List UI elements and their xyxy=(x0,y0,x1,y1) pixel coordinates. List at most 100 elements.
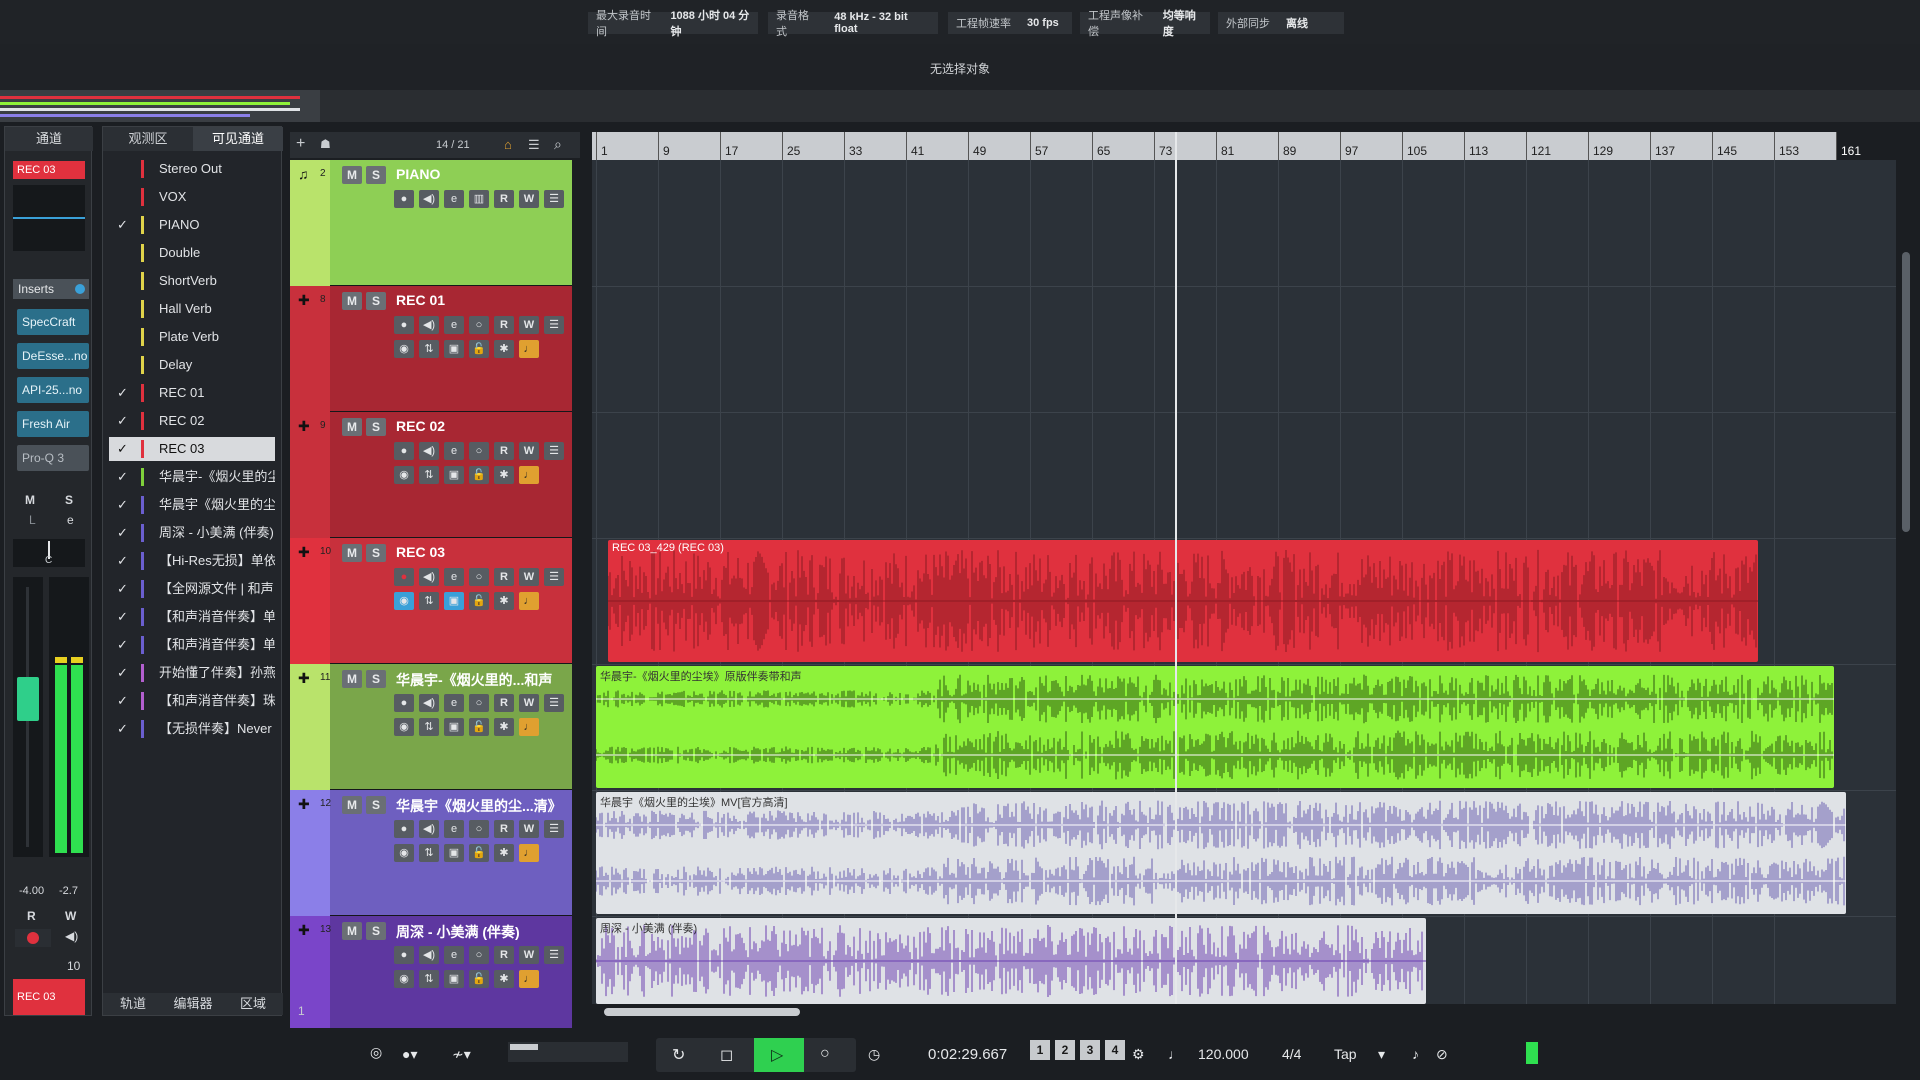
channel-icon[interactable]: ▣ xyxy=(444,970,464,988)
track-read-button[interactable]: R xyxy=(494,316,514,334)
lock-icon[interactable]: 🔓 xyxy=(469,970,489,988)
ruler-bar-label[interactable]: 41 xyxy=(906,132,924,160)
lock-icon[interactable]: 🔓 xyxy=(469,718,489,736)
marker-settings-icon[interactable]: ⚙ xyxy=(1132,1046,1145,1063)
punch-icon[interactable]: ≁▾ xyxy=(452,1046,471,1063)
edit-button[interactable]: e xyxy=(67,513,74,527)
track-name[interactable]: 华晨宇《烟火里的尘...清》 xyxy=(396,796,566,816)
precount-icon[interactable]: ◎ xyxy=(370,1044,382,1061)
record-button[interactable]: ○ xyxy=(820,1045,830,1063)
track-solo-button[interactable]: S xyxy=(366,166,386,184)
track-write-button[interactable]: W xyxy=(519,190,539,208)
fader-handle[interactable] xyxy=(17,677,39,721)
transpose-icon[interactable]: ✱ xyxy=(494,466,514,484)
track-read-button[interactable]: R xyxy=(494,694,514,712)
visibility-check-icon[interactable]: ✓ xyxy=(117,409,131,433)
ruler-bar-label[interactable]: 1 xyxy=(596,132,608,160)
tab-editor[interactable]: 编辑器 xyxy=(163,993,223,1015)
read-button[interactable]: R xyxy=(27,909,36,923)
listen-button[interactable]: L xyxy=(29,513,36,527)
visibility-item[interactable]: ✓ 【Hi-Res无损】单依纯 xyxy=(109,549,275,573)
ruler-bar-label[interactable]: 137 xyxy=(1650,132,1675,160)
stop-button[interactable]: ◻ xyxy=(720,1045,733,1065)
track-menu-icon[interactable]: ☰ xyxy=(544,694,564,712)
lane-icon[interactable]: ○ xyxy=(469,694,489,712)
timebase-icon[interactable]: ♩ xyxy=(519,340,539,358)
visibility-item[interactable]: ✓ 【和声消音伴奏】单依 xyxy=(109,605,275,629)
vertical-scrollbar[interactable] xyxy=(1896,132,1920,1004)
track-read-button[interactable]: R xyxy=(494,442,514,460)
record-arm-icon[interactable]: ● xyxy=(394,442,414,460)
write-button[interactable]: W xyxy=(65,909,76,923)
channel-icon[interactable]: ▣ xyxy=(444,340,464,358)
lock-icon[interactable]: 🔓 xyxy=(469,592,489,610)
track-mute-button[interactable]: M xyxy=(342,670,362,688)
track-header[interactable]: ✚ 8 M S REC 01 ● ◀) e ○ R W ☰ ◉ ⇅ ▣ 🔓 ✱ ♩ xyxy=(290,286,572,412)
track-write-button[interactable]: W xyxy=(519,316,539,334)
track-read-button[interactable]: R xyxy=(494,946,514,964)
timebase-icon[interactable]: ♩ xyxy=(519,592,539,610)
track-menu-icon[interactable]: ☰ xyxy=(544,820,564,838)
edit-icon[interactable]: e xyxy=(444,946,464,964)
transpose-icon[interactable]: ✱ xyxy=(494,718,514,736)
tab-observe[interactable]: 观测区 xyxy=(103,127,193,151)
ruler-bar-label[interactable]: 129 xyxy=(1588,132,1613,160)
insert-slot-2[interactable]: DeEsse...no xyxy=(17,343,89,369)
ruler-bar-label[interactable]: 81 xyxy=(1216,132,1234,160)
track-name[interactable]: REC 01 xyxy=(396,292,566,308)
pan-control[interactable]: C xyxy=(13,539,85,567)
transpose-icon[interactable]: ✱ xyxy=(494,844,514,862)
track-solo-button[interactable]: S xyxy=(366,418,386,436)
horizontal-scrollbar[interactable] xyxy=(590,1004,1900,1020)
timeline-ruler[interactable]: 1 9 17 25 33 41 49 57 65 73 81 89 97 105 113 121 129 137 1… xyxy=(592,132,1902,160)
visibility-check-icon[interactable]: ✓ xyxy=(117,493,131,517)
inserts-power-icon[interactable] xyxy=(75,284,85,294)
channel-icon[interactable]: ▣ xyxy=(444,466,464,484)
monitor-icon[interactable]: ◀) xyxy=(419,820,439,838)
monitor-icon[interactable]: ◀) xyxy=(419,316,439,334)
track-name[interactable]: 华晨宇-《烟火里的...和声 xyxy=(396,670,566,690)
insert-slot-1[interactable]: SpecCraft xyxy=(17,309,89,335)
track-header[interactable]: ✚ 9 M S REC 02 ● ◀) e ○ R W ☰ ◉ ⇅ ▣ 🔓 ✱ ♩ xyxy=(290,412,572,538)
track-write-button[interactable]: W xyxy=(519,694,539,712)
edit-icon[interactable]: e xyxy=(444,190,464,208)
edit-icon[interactable]: e xyxy=(444,694,464,712)
ruler-bar-label[interactable]: 113 xyxy=(1464,132,1488,160)
send-value[interactable]: 10 xyxy=(67,959,80,973)
fx-icon[interactable]: ⇅ xyxy=(419,718,439,736)
visibility-item[interactable]: ✓ REC 03 xyxy=(109,437,275,461)
frame-rate[interactable]: 工程帧速率 30 fps xyxy=(948,12,1072,34)
lane-icon[interactable]: ○ xyxy=(469,568,489,586)
search-icon[interactable]: ⌕ xyxy=(554,136,562,153)
timebase-icon[interactable]: ♩ xyxy=(519,718,539,736)
edit-icon[interactable]: e xyxy=(444,820,464,838)
mute-button[interactable]: M xyxy=(25,493,35,507)
freeze-icon[interactable]: ◉ xyxy=(394,466,414,484)
monitor-icon[interactable]: ◀) xyxy=(419,442,439,460)
marker-4[interactable]: 4 xyxy=(1105,1040,1125,1060)
ruler-bar-label[interactable]: 89 xyxy=(1278,132,1296,160)
visibility-item[interactable]: ✓ 【和声消音伴奏】珠玉 xyxy=(109,689,275,713)
track-mute-button[interactable]: M xyxy=(342,544,362,562)
freeze-icon[interactable]: ◉ xyxy=(394,970,414,988)
lane-icon[interactable]: ○ xyxy=(469,316,489,334)
horizontal-scroll-thumb[interactable] xyxy=(604,1008,800,1016)
track-header[interactable]: ♫ 2 M S PIANO ● ◀) e ▥ R W ☰ xyxy=(290,160,572,286)
track-menu-icon[interactable]: ☰ xyxy=(544,442,564,460)
monitor-icon[interactable]: ◀) xyxy=(419,190,439,208)
record-enable-button[interactable] xyxy=(15,929,51,947)
track-read-button[interactable]: R xyxy=(494,568,514,586)
ruler-bar-label[interactable]: 25 xyxy=(782,132,800,160)
channel-icon[interactable]: ▣ xyxy=(444,718,464,736)
monitor-icon[interactable]: ◀) xyxy=(419,568,439,586)
visibility-item[interactable]: ShortVerb xyxy=(109,269,275,293)
ruler-bar-label[interactable]: 49 xyxy=(968,132,986,160)
lane-icon[interactable]: ○ xyxy=(469,820,489,838)
peak-value[interactable]: -2.7 xyxy=(59,885,78,897)
vertical-scroll-thumb[interactable] xyxy=(1902,252,1910,532)
lane-icon[interactable]: ○ xyxy=(469,946,489,964)
folder-icon[interactable]: ☗ xyxy=(320,137,331,151)
cycle-button[interactable]: ↻ xyxy=(672,1045,685,1065)
track-write-button[interactable]: W xyxy=(519,442,539,460)
visibility-check-icon[interactable]: ✓ xyxy=(117,213,131,237)
